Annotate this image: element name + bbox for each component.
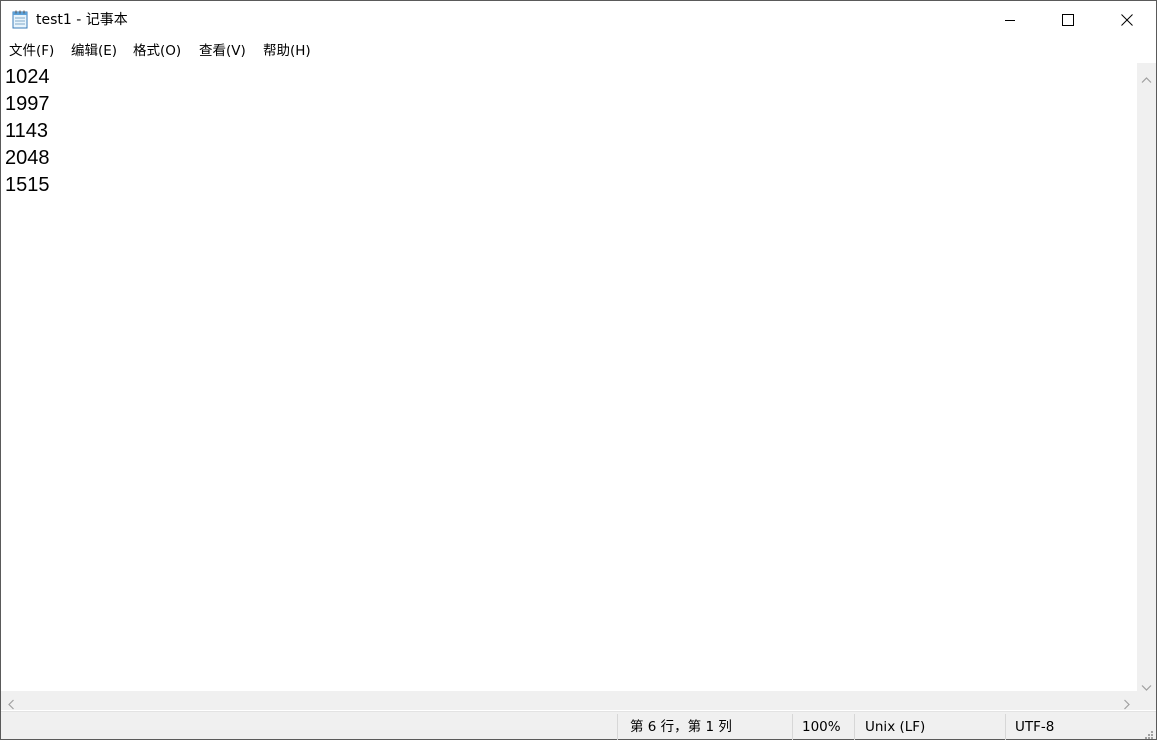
menu-help[interactable]: 帮助(H) <box>263 42 311 60</box>
vertical-scrollbar[interactable] <box>1137 63 1156 691</box>
notepad-window: test1 - 记事本 文件(F) 编辑(E) 格式(O) 查看(V) 帮助(H… <box>0 0 1157 740</box>
notepad-icon <box>12 10 28 29</box>
editor-line-2: 1997 <box>5 93 50 115</box>
scroll-left-icon[interactable] <box>7 695 15 710</box>
menu-bar: 文件(F) 编辑(E) 格式(O) 查看(V) 帮助(H) <box>1 39 1156 63</box>
status-divider <box>1005 714 1006 740</box>
horizontal-scrollbar[interactable] <box>1 691 1137 710</box>
menu-format[interactable]: 格式(O) <box>133 42 181 60</box>
resize-grip-icon[interactable] <box>1142 725 1154 739</box>
menu-edit[interactable]: 编辑(E) <box>71 42 117 60</box>
editor-line-5: 1515 <box>5 174 50 196</box>
minimize-button[interactable] <box>981 1 1039 39</box>
close-icon <box>1121 11 1133 30</box>
editor-line-4: 2048 <box>5 147 50 169</box>
editor-content[interactable]: 1024 1997 1143 2048 1515 <box>5 64 50 199</box>
status-divider <box>854 714 855 740</box>
close-button[interactable] <box>1098 1 1156 39</box>
status-bar: 第 6 行，第 1 列 100% Unix (LF) UTF-8 <box>1 711 1156 740</box>
maximize-icon <box>1062 11 1074 30</box>
status-divider <box>792 714 793 740</box>
status-line-ending: Unix (LF) <box>865 719 926 735</box>
scroll-up-icon[interactable] <box>1141 69 1152 83</box>
status-zoom: 100% <box>802 719 841 735</box>
title-bar[interactable]: test1 - 记事本 <box>1 1 1156 39</box>
minimize-icon <box>1004 11 1016 30</box>
window-title: test1 - 记事本 <box>36 12 128 28</box>
editor-line-1: 1024 <box>5 66 50 88</box>
scroll-right-icon[interactable] <box>1123 695 1131 710</box>
menu-file[interactable]: 文件(F) <box>9 42 54 60</box>
status-cursor-position: 第 6 行，第 1 列 <box>630 719 732 735</box>
maximize-button[interactable] <box>1039 1 1097 39</box>
editor-line-3: 1143 <box>5 120 49 142</box>
text-editor[interactable]: 1024 1997 1143 2048 1515 <box>1 63 1137 691</box>
scroll-down-icon[interactable] <box>1141 677 1152 691</box>
status-encoding: UTF-8 <box>1015 719 1055 735</box>
menu-view[interactable]: 查看(V) <box>199 42 246 60</box>
status-divider <box>617 714 618 740</box>
scrollbar-corner <box>1137 691 1156 710</box>
